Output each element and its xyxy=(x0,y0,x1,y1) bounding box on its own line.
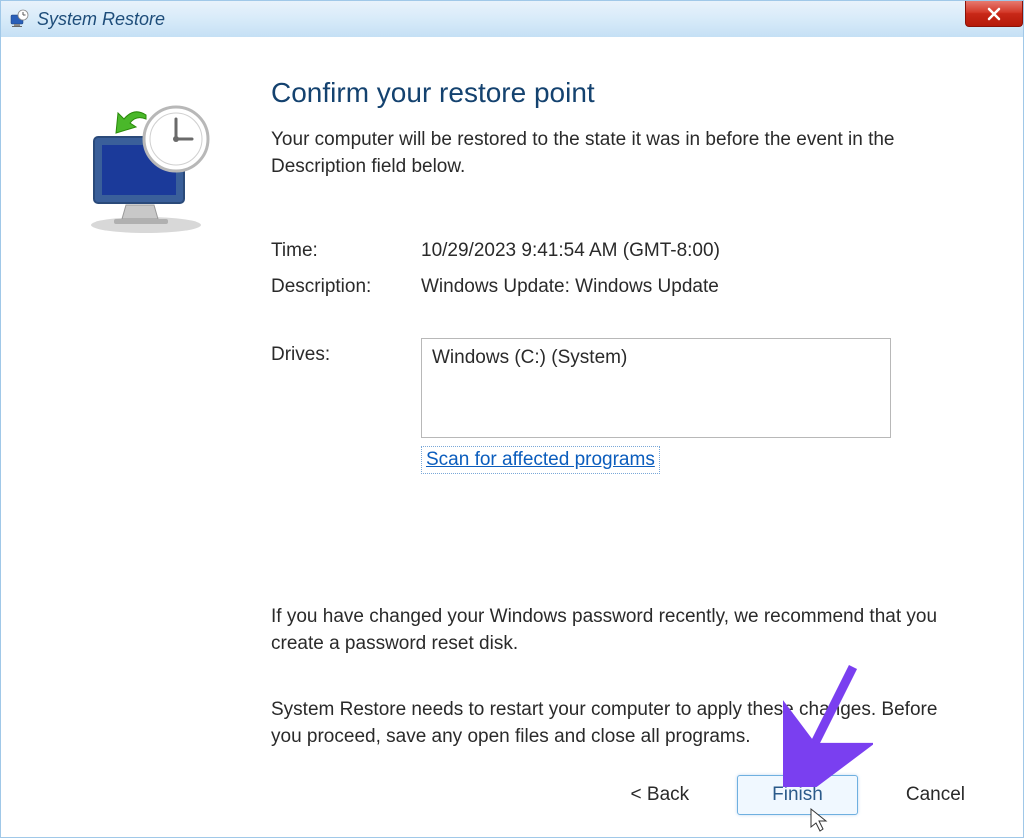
back-button[interactable]: < Back xyxy=(621,778,700,812)
left-panel xyxy=(31,77,271,751)
drives-listbox[interactable]: Windows (C:) (System) xyxy=(421,338,891,438)
restart-note: System Restore needs to restart your com… xyxy=(271,697,943,750)
page-heading: Confirm your restore point xyxy=(271,77,943,109)
time-value: 10/29/2023 9:41:54 AM (GMT-8:00) xyxy=(421,240,943,262)
cancel-button[interactable]: Cancel xyxy=(896,778,975,812)
page-subheading: Your computer will be restored to the st… xyxy=(271,127,943,180)
password-note: If you have changed your Windows passwor… xyxy=(271,604,943,657)
button-bar: < Back Finish Cancel xyxy=(621,775,975,815)
drives-row: Drives: Windows (C:) (System) Scan for a… xyxy=(271,338,943,474)
system-restore-window: System Restore Confirm yo xyxy=(0,0,1024,838)
description-row: Description: Windows Update: Windows Upd… xyxy=(271,276,943,298)
time-label: Time: xyxy=(271,240,421,262)
close-button[interactable] xyxy=(965,1,1023,27)
close-icon xyxy=(986,6,1002,22)
main-panel: Confirm your restore point Your computer… xyxy=(271,77,993,751)
drives-item: Windows (C:) (System) xyxy=(432,347,627,368)
drives-label: Drives: xyxy=(271,338,421,474)
titlebar: System Restore xyxy=(1,1,1023,37)
system-restore-icon xyxy=(9,9,29,29)
time-row: Time: 10/29/2023 9:41:54 AM (GMT-8:00) xyxy=(271,240,943,262)
content-area: Confirm your restore point Your computer… xyxy=(1,37,1023,751)
finish-button[interactable]: Finish xyxy=(737,775,858,815)
restore-computer-icon xyxy=(76,97,226,237)
description-label: Description: xyxy=(271,276,421,298)
window-title: System Restore xyxy=(37,9,165,30)
description-value: Windows Update: Windows Update xyxy=(421,276,943,298)
scan-affected-programs-link[interactable]: Scan for affected programs xyxy=(421,446,660,474)
